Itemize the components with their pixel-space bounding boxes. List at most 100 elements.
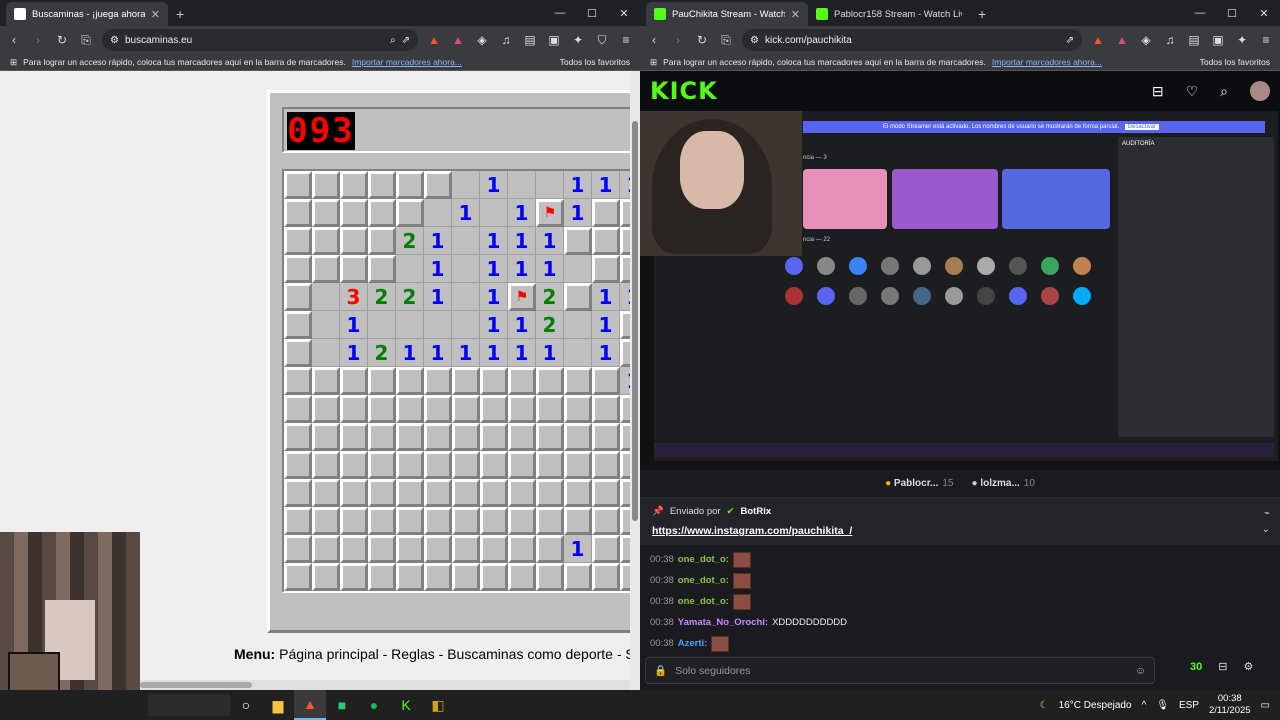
cell-closed[interactable] (284, 199, 312, 227)
cell-number[interactable]: 1 (620, 171, 630, 199)
cell-number[interactable]: 1 (592, 339, 620, 367)
cell-closed[interactable] (452, 367, 480, 395)
close-window-icon[interactable]: ✕ (1248, 7, 1280, 20)
share-icon[interactable]: ⇗ (402, 35, 410, 46)
gift-icon[interactable]: ⊟ (1218, 660, 1227, 673)
cell-closed[interactable] (536, 451, 564, 479)
cell-closed[interactable] (508, 535, 536, 563)
cell-closed[interactable] (312, 423, 340, 451)
leo-icon[interactable]: ✦ (570, 33, 586, 47)
cell-open[interactable] (368, 311, 396, 339)
cell-closed[interactable] (340, 479, 368, 507)
cell-closed[interactable] (312, 535, 340, 563)
reload-icon[interactable]: ↻ (694, 33, 710, 47)
cell-number[interactable]: 1 (620, 283, 630, 311)
cell-number[interactable]: 2 (536, 283, 564, 311)
cell-closed[interactable] (312, 255, 340, 283)
chevron-up-icon[interactable]: ^ (1142, 700, 1147, 711)
cell-closed[interactable] (620, 311, 630, 339)
cell-closed[interactable] (368, 199, 396, 227)
reload-icon[interactable]: ↻ (54, 33, 70, 47)
wallet-icon[interactable]: ▣ (1210, 33, 1226, 47)
brave-rewards-icon[interactable]: ▲ (1114, 33, 1130, 47)
cell-closed[interactable] (284, 563, 312, 591)
cell-closed[interactable] (508, 451, 536, 479)
cell-closed[interactable] (592, 563, 620, 591)
cell-closed[interactable] (452, 395, 480, 423)
cell-closed[interactable] (284, 479, 312, 507)
cell-closed[interactable] (312, 563, 340, 591)
cell-closed[interactable] (368, 395, 396, 423)
address-bar[interactable]: ⚙ kick.com/pauchikita ⇗ (742, 29, 1082, 51)
cell-closed[interactable] (284, 311, 312, 339)
pinned-author[interactable]: BotRix (741, 506, 772, 517)
back-icon[interactable]: ‹ (646, 33, 662, 47)
language[interactable]: ESP (1179, 700, 1199, 711)
message-username[interactable]: one_dot_o: (678, 575, 729, 586)
cell-closed[interactable] (508, 479, 536, 507)
cell-closed[interactable] (620, 535, 630, 563)
cell-closed[interactable] (536, 479, 564, 507)
cell-closed[interactable] (284, 395, 312, 423)
maximize-icon[interactable]: ☐ (576, 7, 608, 20)
cell-closed[interactable] (368, 507, 396, 535)
cell-closed[interactable] (284, 227, 312, 255)
cell-number[interactable]: 1 (564, 535, 592, 563)
cell-closed[interactable] (536, 423, 564, 451)
cell-closed[interactable] (424, 507, 452, 535)
forward-icon[interactable]: › (30, 33, 46, 47)
tab-buscaminas[interactable]: Buscaminas - ¡juega ahora! ✕ (6, 2, 168, 26)
cell-open[interactable] (452, 311, 480, 339)
cell-number[interactable]: 1 (592, 283, 620, 311)
media-icon[interactable]: ♫ (498, 33, 514, 47)
cell-closed[interactable] (368, 227, 396, 255)
maximize-icon[interactable]: ☐ (1216, 7, 1248, 20)
close-tab-icon[interactable]: ✕ (151, 8, 160, 21)
extension-icon[interactable]: ◈ (474, 33, 490, 47)
brave-browser-icon[interactable]: ▲ (294, 690, 326, 720)
cell-closed[interactable] (508, 395, 536, 423)
brave-rewards-icon[interactable]: ▲ (450, 33, 466, 47)
cell-closed[interactable] (368, 479, 396, 507)
close-tab-icon[interactable]: ✕ (791, 8, 800, 21)
cell-closed[interactable] (396, 507, 424, 535)
pinned-link[interactable]: https://www.instagram.com/pauchikita_/ (652, 525, 1268, 537)
cell-closed[interactable] (368, 423, 396, 451)
cell-number[interactable]: 1 (424, 255, 452, 283)
cell-closed[interactable] (424, 563, 452, 591)
cell-closed[interactable] (340, 255, 368, 283)
bookmark-icon[interactable]: ⎘ (78, 33, 94, 48)
cell-number[interactable]: 1 (536, 255, 564, 283)
cell-closed[interactable] (284, 367, 312, 395)
cell-number[interactable]: 1 (480, 339, 508, 367)
cell-closed[interactable] (368, 451, 396, 479)
cell-closed[interactable] (592, 507, 620, 535)
cell-closed[interactable] (284, 339, 312, 367)
cell-open[interactable] (536, 171, 564, 199)
message-username[interactable]: Yamata_No_Orochi: (678, 617, 768, 628)
cell-closed[interactable] (508, 367, 536, 395)
cell-closed[interactable] (536, 367, 564, 395)
cell-closed[interactable] (368, 255, 396, 283)
cell-open[interactable] (508, 171, 536, 199)
cell-number[interactable]: 3 (340, 283, 368, 311)
horizontal-scrollbar[interactable] (140, 680, 630, 690)
minefield-grid[interactable]: 111111⚑121111111132211⚑21111121121111111… (282, 169, 630, 593)
cell-closed[interactable] (452, 507, 480, 535)
cell-closed[interactable] (340, 227, 368, 255)
cell-closed[interactable] (564, 227, 592, 255)
chat-input[interactable]: 🔒 Solo seguidores ☺ (645, 657, 1155, 684)
cell-closed[interactable] (480, 507, 508, 535)
cell-closed[interactable] (508, 507, 536, 535)
cell-number[interactable]: 1 (508, 311, 536, 339)
cell-closed[interactable] (452, 451, 480, 479)
menu-links[interactable]: Página principal - Reglas - Buscaminas c… (279, 646, 630, 662)
brave-shield-icon[interactable]: ▲ (426, 33, 442, 47)
new-tab-button[interactable]: + (970, 6, 994, 26)
cell-closed[interactable] (312, 199, 340, 227)
cell-number[interactable]: 1 (592, 311, 620, 339)
cell-closed[interactable] (564, 479, 592, 507)
cell-number[interactable]: 1 (536, 339, 564, 367)
notification-icon[interactable]: ▭ (1261, 700, 1270, 711)
cell-closed[interactable] (312, 395, 340, 423)
